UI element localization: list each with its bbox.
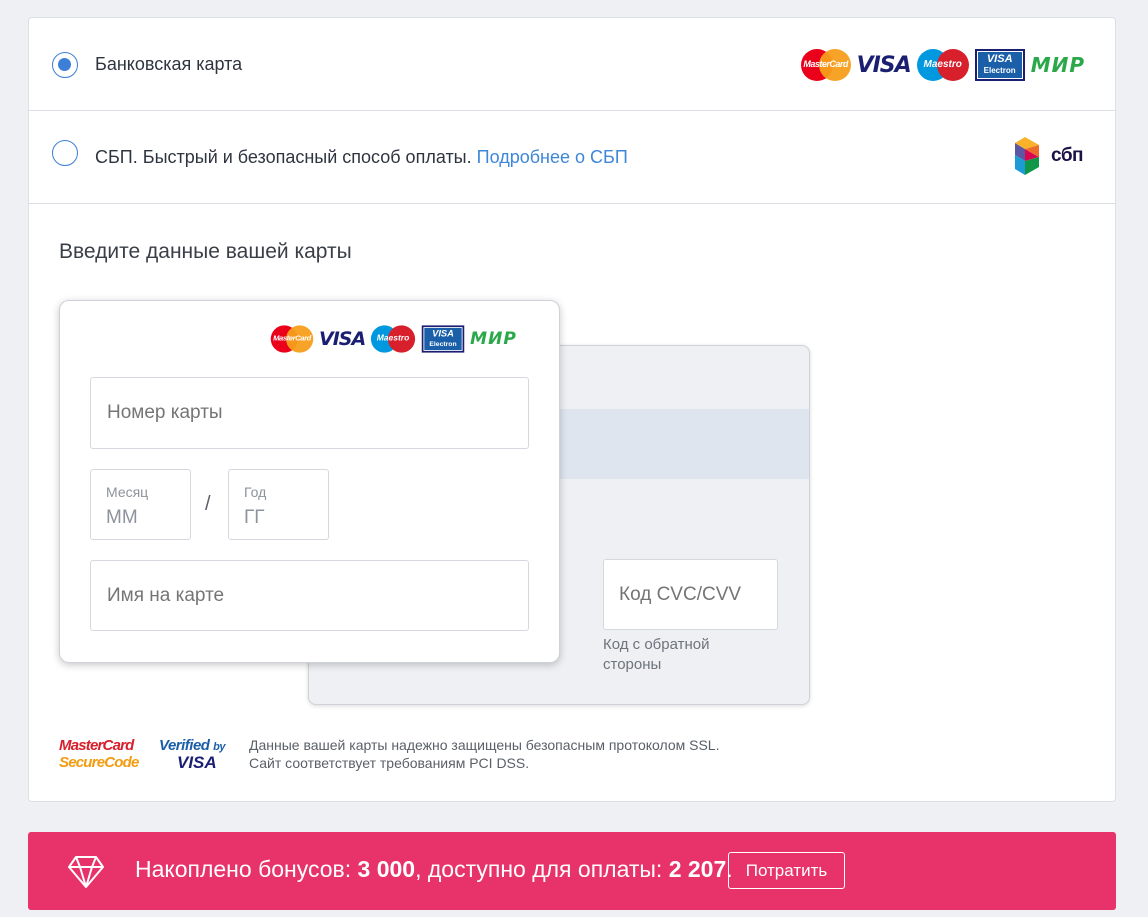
visa-logo: VISA <box>856 52 912 78</box>
form-title: Введите данные вашей карты <box>59 240 352 263</box>
month-label: Месяц <box>106 484 149 500</box>
sbp-method-label: СБП. Быстрый и безопасный способ оплаты.… <box>95 147 628 168</box>
bonus-available: 2 207 <box>668 856 727 882</box>
diamond-icon <box>68 856 104 888</box>
sbp-icon <box>1015 137 1039 175</box>
card-front-brand-logos: MasterCard VISA Maestro VISA Electron МИ… <box>270 324 517 354</box>
card-radio[interactable] <box>52 52 78 78</box>
card-brands-logos: MasterCard VISA Maestro VISA Electron МИ… <box>800 48 1085 82</box>
sbp-label-text: СБП. Быстрый и безопасный способ оплаты. <box>95 147 472 167</box>
date-separator: / <box>205 493 211 515</box>
cvc-input[interactable] <box>603 559 778 630</box>
card-front: MasterCard VISA Maestro VISA Electron МИ… <box>59 300 560 663</box>
cvc-hint: Код с обратной стороны <box>603 636 710 673</box>
security-info: MasterCard SecureCode Verified by VISA Д… <box>59 736 719 772</box>
maestro-logo: Maestro <box>371 325 416 353</box>
payment-method-sbp[interactable]: СБП. Быстрый и безопасный способ оплаты.… <box>29 111 1115 204</box>
sbp-logo-text: сбп <box>1051 145 1084 166</box>
visa-electron-logo: VISA Electron <box>974 49 1025 81</box>
mastercard-logo: MasterCard <box>270 325 314 353</box>
month-placeholder: ММ <box>106 507 138 528</box>
month-field[interactable]: Месяц ММ <box>90 469 191 540</box>
bonus-accumulated: 3 000 <box>357 856 416 882</box>
maestro-logo: Maestro <box>916 49 969 81</box>
mastercard-securecode-logo: MasterCard SecureCode <box>59 737 139 771</box>
year-placeholder: ГГ <box>244 507 265 528</box>
sbp-logo: сбп <box>1013 135 1085 177</box>
sbp-more-link[interactable]: Подробнее о СБП <box>477 147 628 167</box>
spend-bonus-button[interactable]: Потратить <box>728 852 845 889</box>
verified-by-visa-logo: Verified by VISA <box>159 736 225 772</box>
cardholder-name-input[interactable] <box>90 560 529 631</box>
year-field[interactable]: Год ГГ <box>228 469 329 540</box>
payment-panel: Банковская карта MasterCard VISA Maestro… <box>28 17 1116 802</box>
card-method-label: Банковская карта <box>95 54 243 74</box>
bonus-text: Накоплено бонусов: 3 000, доступно для о… <box>135 856 733 882</box>
card-number-input[interactable] <box>90 377 529 449</box>
mir-logo: МИР <box>1030 53 1085 77</box>
security-text: Данные вашей карты надежно защищены безо… <box>249 737 720 771</box>
mir-logo: МИР <box>470 329 517 349</box>
year-label: Год <box>244 484 267 500</box>
visa-electron-logo: VISA Electron <box>421 325 465 353</box>
visa-logo: VISA <box>319 328 366 350</box>
mastercard-logo: MasterCard <box>800 49 851 81</box>
payment-method-card[interactable]: Банковская карта MasterCard VISA Maestro… <box>29 18 1115 111</box>
bonus-bar: Накоплено бонусов: 3 000, доступно для о… <box>28 832 1116 910</box>
sbp-radio[interactable] <box>52 140 78 166</box>
